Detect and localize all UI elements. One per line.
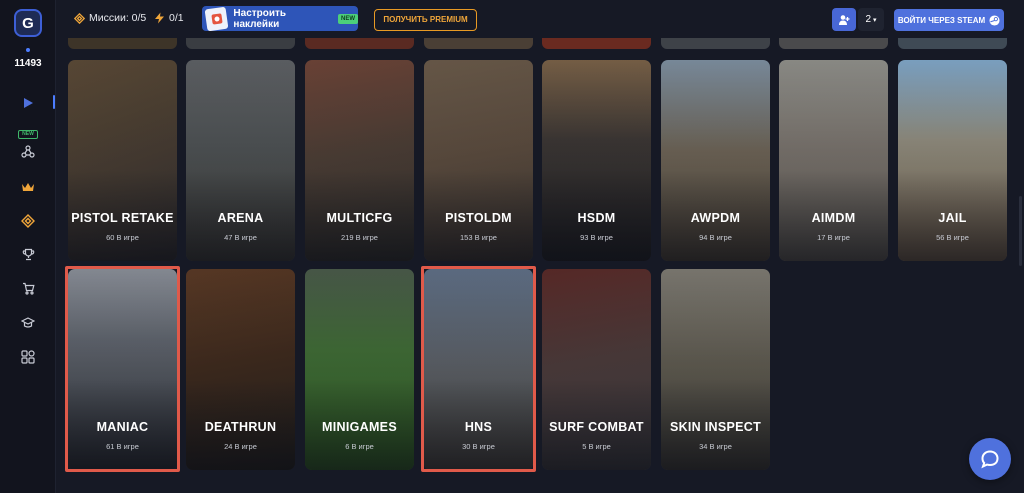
topbar: Миссии: 0/5 0/1 Настроить наклейки NEW П… xyxy=(57,0,1024,38)
friends-button[interactable] xyxy=(832,8,856,31)
mode-online: 56 В игре xyxy=(936,233,969,242)
mode-online: 6 В игре xyxy=(345,442,374,451)
mode-name: ARENA xyxy=(217,211,264,225)
tile-partial xyxy=(661,38,770,49)
mode-tile-pistol-retake[interactable]: PISTOL RETAKE 60 В игре xyxy=(68,60,177,261)
sidebar-item-play[interactable] xyxy=(16,92,40,114)
new-badge: NEW xyxy=(18,130,38,139)
missions-label: Миссии: 0/5 xyxy=(89,12,147,24)
bonus-label: 0/1 xyxy=(169,12,184,24)
mode-tile-multicfg[interactable]: MULTICFG 219 В игре xyxy=(305,60,414,261)
sidebar-item-trophy[interactable] xyxy=(16,243,40,265)
cart-icon xyxy=(22,282,35,295)
app-root: G 11493 NEW Миссии: 0/5 0/1 Настроить на… xyxy=(0,0,1024,493)
mode-online: 93 В игре xyxy=(580,233,613,242)
chevron-down-icon: ▾ xyxy=(871,17,877,24)
mode-name: SURF COMBAT xyxy=(549,420,644,434)
mode-name: HSDM xyxy=(577,211,616,225)
tile-partial xyxy=(898,38,1007,49)
mode-tile-jail[interactable]: JAIL 56 В игре xyxy=(898,60,1007,261)
steam-login-label: ВОЙТИ ЧЕРЕЗ STEAM xyxy=(897,15,986,25)
logo-icon[interactable]: G xyxy=(14,9,42,37)
mode-tile-aimdm[interactable]: AIMDM 17 В игре xyxy=(779,60,888,261)
sidebar: G 11493 NEW xyxy=(0,0,56,493)
mode-name: MANIAC xyxy=(96,420,149,434)
mode-name: PISTOL RETAKE xyxy=(71,211,174,225)
chat-bubble-icon xyxy=(981,450,999,469)
steam-icon xyxy=(989,14,1000,26)
online-indicator xyxy=(26,48,30,52)
friends-icon xyxy=(838,14,849,25)
steam-login-button[interactable]: ВОЙТИ ЧЕРЕЗ STEAM xyxy=(894,9,1004,31)
support-chat-button[interactable] xyxy=(969,438,1011,480)
mode-tile-awpdm[interactable]: AWPDM 94 В игре xyxy=(661,60,770,261)
mode-tile-deathrun[interactable]: DEATHRUN 24 В игре xyxy=(186,269,295,470)
mode-tile-surf-combat[interactable]: SURF COMBAT 5 В игре xyxy=(542,269,651,470)
mode-name: AWPDM xyxy=(690,211,741,225)
sidebar-item-shop[interactable] xyxy=(16,277,40,299)
mode-name: MINIGAMES xyxy=(322,420,397,434)
mode-online: 34 В игре xyxy=(699,442,732,451)
tile-partial xyxy=(542,38,651,49)
mode-name: DEATHRUN xyxy=(204,420,277,434)
mode-online: 219 В игре xyxy=(341,233,378,242)
tile-partial xyxy=(68,38,177,49)
mode-name: HNS xyxy=(464,420,493,434)
mode-name: JAIL xyxy=(938,211,967,225)
sticker-icon xyxy=(204,6,229,31)
lightning-icon xyxy=(155,12,164,24)
mode-online: 153 В игре xyxy=(460,233,497,242)
mode-name: MULTICFG xyxy=(326,211,393,225)
mode-tile-hsdm[interactable]: HSDM 93 В игре xyxy=(542,60,651,261)
graduation-cap-icon xyxy=(21,317,35,328)
mode-tile-minigames[interactable]: MINIGAMES 6 В игре xyxy=(305,269,414,470)
mode-name: SKIN INSPECT xyxy=(669,420,762,434)
mode-tile-pistoldm[interactable]: PISTOLDM 153 В игре xyxy=(424,60,533,261)
tile-partial xyxy=(779,38,888,49)
scrollbar[interactable] xyxy=(1019,196,1022,266)
trophy-icon xyxy=(22,248,34,260)
play-icon xyxy=(24,98,33,108)
tile-partial xyxy=(186,38,295,49)
diamond-target-icon xyxy=(21,214,35,228)
bonus-counter[interactable]: 0/1 xyxy=(154,12,184,24)
sidebar-item-missions[interactable] xyxy=(16,210,40,232)
molecule-icon xyxy=(21,145,35,158)
friends-dropdown[interactable]: 2 ▾ xyxy=(858,8,884,31)
mode-tile-maniac[interactable]: MANIAC 61 В игре xyxy=(68,269,177,470)
active-indicator xyxy=(53,95,55,109)
sticker-settings-button[interactable]: Настроить наклейки NEW xyxy=(202,6,358,31)
mode-tile-skin-inspect[interactable]: SKIN INSPECT 34 В игре xyxy=(661,269,770,470)
sticker-new-badge: NEW xyxy=(338,13,358,24)
mode-online: 5 В игре xyxy=(582,442,611,451)
get-premium-button[interactable]: ПОЛУЧИТЬ PREMIUM xyxy=(374,9,477,31)
mode-tile-hns[interactable]: HNS 30 В игре xyxy=(424,269,533,470)
online-count: 11493 xyxy=(14,58,42,69)
mode-online: 60 В игре xyxy=(106,233,139,242)
mode-tile-arena[interactable]: ARENA 47 В игре xyxy=(186,60,295,261)
mode-online: 24 В игре xyxy=(224,442,257,451)
mode-online: 17 В игре xyxy=(817,233,850,242)
mode-online: 94 В игре xyxy=(699,233,732,242)
mode-online: 30 В игре xyxy=(462,442,495,451)
missions-counter[interactable]: Миссии: 0/5 xyxy=(74,12,146,24)
diamond-target-icon xyxy=(74,12,85,24)
sticker-settings-label: Настроить наклейки xyxy=(233,7,287,30)
sidebar-item-apps[interactable] xyxy=(16,346,40,368)
mode-name: PISTOLDM xyxy=(445,211,512,225)
mode-online: 61 В игре xyxy=(106,442,139,451)
game-modes-grid: PISTOL RETAKE 60 В игре ARENA 47 В игре … xyxy=(57,38,1024,493)
mode-online: 47 В игре xyxy=(224,233,257,242)
sidebar-item-learn[interactable] xyxy=(16,312,40,334)
crown-icon xyxy=(22,183,34,191)
sidebar-item-molecule[interactable] xyxy=(16,141,40,163)
tile-partial xyxy=(424,38,533,49)
sidebar-item-premium[interactable] xyxy=(16,176,40,198)
tile-partial xyxy=(305,38,414,49)
mode-name: AIMDM xyxy=(811,211,856,225)
grid-apps-icon xyxy=(21,350,35,364)
